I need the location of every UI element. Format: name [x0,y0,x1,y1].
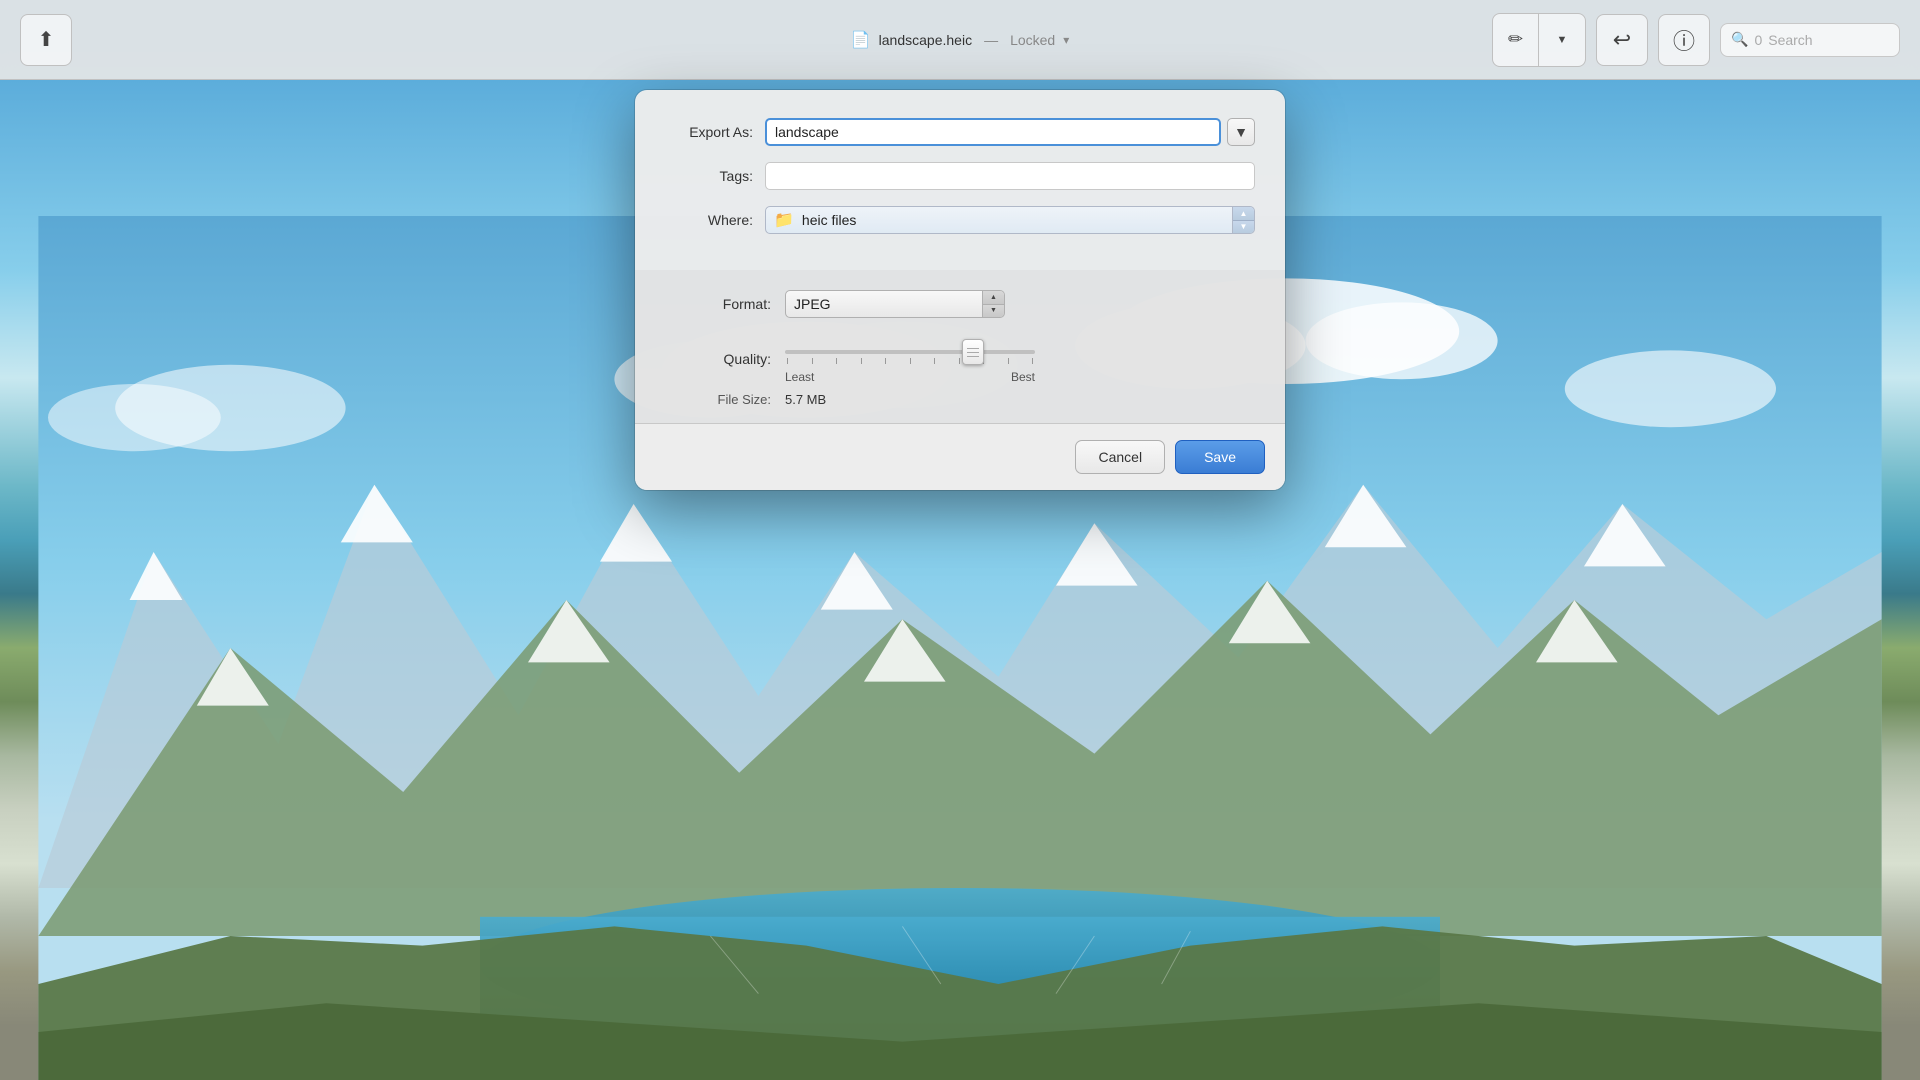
slider-track [785,350,1035,354]
filesize-value: 5.7 MB [785,392,826,407]
expand-icon: ▼ [1234,124,1248,140]
slider-thumb-lines [967,348,979,357]
tags-input[interactable] [765,162,1255,190]
tags-label: Tags: [665,168,765,184]
export-as-label: Export As: [665,124,765,140]
tick-10 [1008,358,1009,364]
where-stepper-down[interactable]: ▼ [1233,221,1254,234]
options-section: Format: JPEG ▲ ▼ Quality: [635,270,1285,423]
slider-ticks [785,358,1035,364]
filesize-label: File Size: [665,392,785,407]
tick-4 [861,358,862,364]
export-as-row: Export As: ▼ [665,118,1255,146]
where-stepper[interactable]: ▲ ▼ [1232,207,1254,233]
format-select[interactable]: JPEG ▲ ▼ [785,290,1005,318]
tick-5 [885,358,886,364]
where-row: Where: 📁 heic files ▲ ▼ [665,206,1255,234]
quality-slider-container: Least Best [785,334,1035,384]
export-dialog: Export As: ▼ Tags: Where: [635,90,1285,490]
tick-3 [836,358,837,364]
cancel-button[interactable]: Cancel [1075,440,1165,474]
quality-best-label: Best [1011,370,1035,384]
tick-6 [910,358,911,364]
format-stepper[interactable]: ▲ ▼ [982,291,1004,317]
slider-line-1 [967,348,979,349]
tick-8 [959,358,960,364]
tags-input-wrapper [765,162,1255,190]
tick-11 [1032,358,1033,364]
tick-1 [787,358,788,364]
where-label: Where: [665,212,765,228]
save-button[interactable]: Save [1175,440,1265,474]
where-value: heic files [802,212,1246,228]
format-stepper-up[interactable]: ▲ [983,291,1004,305]
filesize-row: File Size: 5.7 MB [665,392,1255,407]
modal-form-section: Export As: ▼ Tags: Where: [635,90,1285,270]
folder-icon: 📁 [774,210,794,230]
quality-label: Quality: [665,351,785,367]
expand-button[interactable]: ▼ [1227,118,1255,146]
where-stepper-up[interactable]: ▲ [1233,207,1254,221]
tags-row: Tags: [665,162,1255,190]
slider-thumb[interactable] [962,339,984,365]
format-value: JPEG [794,296,996,312]
modal-overlay: Export As: ▼ Tags: Where: [0,0,1920,1080]
format-row: Format: JPEG ▲ ▼ [665,290,1255,318]
where-input-wrapper: 📁 heic files ▲ ▼ [765,206,1255,234]
tick-2 [812,358,813,364]
slider-line-3 [967,356,979,357]
quality-row: Quality: [665,334,1255,384]
slider-line-2 [967,352,979,353]
quality-least-label: Least [785,370,814,384]
tick-7 [934,358,935,364]
export-as-input[interactable] [765,118,1221,146]
where-select[interactable]: 📁 heic files ▲ ▼ [765,206,1255,234]
modal-footer: Cancel Save [635,423,1285,490]
slider-labels: Least Best [785,370,1035,384]
export-as-input-wrapper: ▼ [765,118,1255,146]
format-label: Format: [665,296,785,312]
format-stepper-down[interactable]: ▼ [983,305,1004,318]
